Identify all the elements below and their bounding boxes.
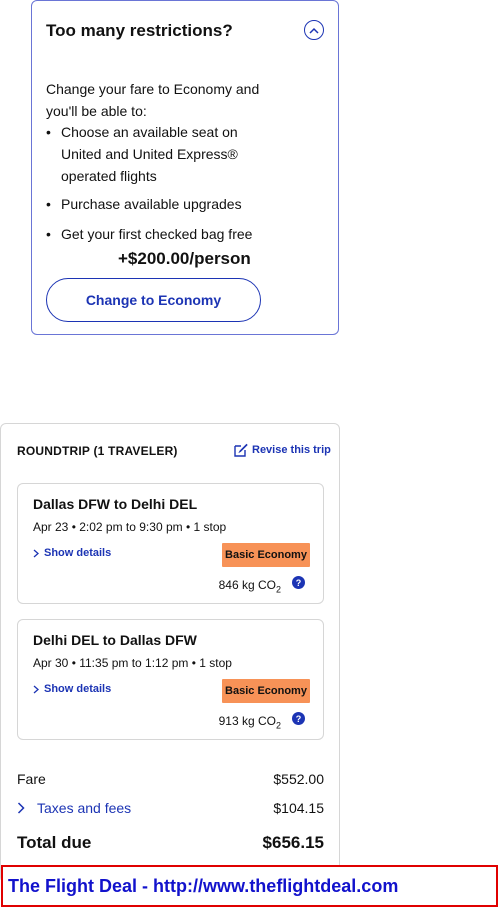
segment-route: Delhi DEL to Dallas DFW: [33, 632, 197, 648]
flight-segment: Dallas DFW to Delhi DEL Apr 23 • 2:02 pm…: [17, 483, 324, 604]
revise-trip-link[interactable]: Revise this trip: [234, 443, 331, 457]
taxes-value: $104.15: [273, 800, 324, 816]
total-due-value: $656.15: [262, 833, 324, 852]
segment-time: Apr 30 • 11:35 pm to 1:12 pm • 1 stop: [33, 656, 232, 670]
co2-emissions: 846 kg CO2: [218, 578, 281, 595]
show-details-label: Show details: [44, 547, 112, 559]
bullet-icon: •: [46, 226, 51, 242]
segment-route: Dallas DFW to Delhi DEL: [33, 496, 198, 512]
chevron-up-icon: [309, 27, 319, 34]
watermark-banner: The Flight Deal - http://www.theflightde…: [1, 865, 498, 907]
chevron-right-icon: [17, 802, 25, 814]
total-due-label: Total due: [17, 833, 92, 852]
revise-trip-label: Revise this trip: [252, 444, 331, 456]
taxes-and-fees-link[interactable]: Taxes and fees: [17, 800, 131, 816]
show-details-link[interactable]: Show details: [33, 547, 111, 559]
segment-time: Apr 23 • 2:02 pm to 9:30 pm • 1 stop: [33, 520, 227, 534]
benefit-text: Purchase available upgrades: [61, 196, 242, 212]
edit-icon: [234, 443, 248, 457]
flight-segment: Delhi DEL to Dallas DFW Apr 30 • 11:35 p…: [17, 619, 324, 740]
collapse-button[interactable]: [304, 20, 324, 40]
co2-emissions: 913 kg CO2: [218, 714, 281, 731]
fare-value: $552.00: [273, 771, 324, 787]
chevron-right-icon: [33, 685, 39, 693]
benefit-text: Get your first checked bag free: [61, 226, 253, 242]
question-icon[interactable]: ?: [292, 712, 305, 725]
banner-text: The Flight Deal - http://www.theflightde…: [8, 875, 399, 896]
trip-summary-card: ROUNDTRIP (1 TRAVELER) Revise this trip …: [0, 423, 340, 883]
upsell-title: Too many restrictions?: [46, 21, 233, 40]
chevron-right-icon: [33, 549, 39, 557]
upsell-price: +$200.00/person: [118, 249, 251, 268]
upsell-card: Too many restrictions? Change your fare …: [31, 0, 339, 335]
show-details-link[interactable]: Show details: [33, 683, 111, 695]
bullet-icon: •: [46, 124, 51, 140]
trip-header: ROUNDTRIP (1 TRAVELER): [17, 444, 178, 458]
bullet-icon: •: [46, 196, 51, 212]
upsell-intro: Change your fare to Economy and you'll b…: [46, 81, 260, 119]
show-details-label: Show details: [44, 683, 112, 695]
fare-class-badge: Basic Economy: [222, 679, 310, 703]
question-icon[interactable]: ?: [292, 576, 305, 589]
change-to-economy-button[interactable]: Change to Economy: [46, 278, 261, 322]
taxes-label: Taxes and fees: [37, 800, 132, 816]
fare-class-badge: Basic Economy: [222, 543, 310, 567]
benefit-text: Choose an available seat on United and U…: [61, 124, 238, 184]
fare-label: Fare: [17, 771, 46, 787]
